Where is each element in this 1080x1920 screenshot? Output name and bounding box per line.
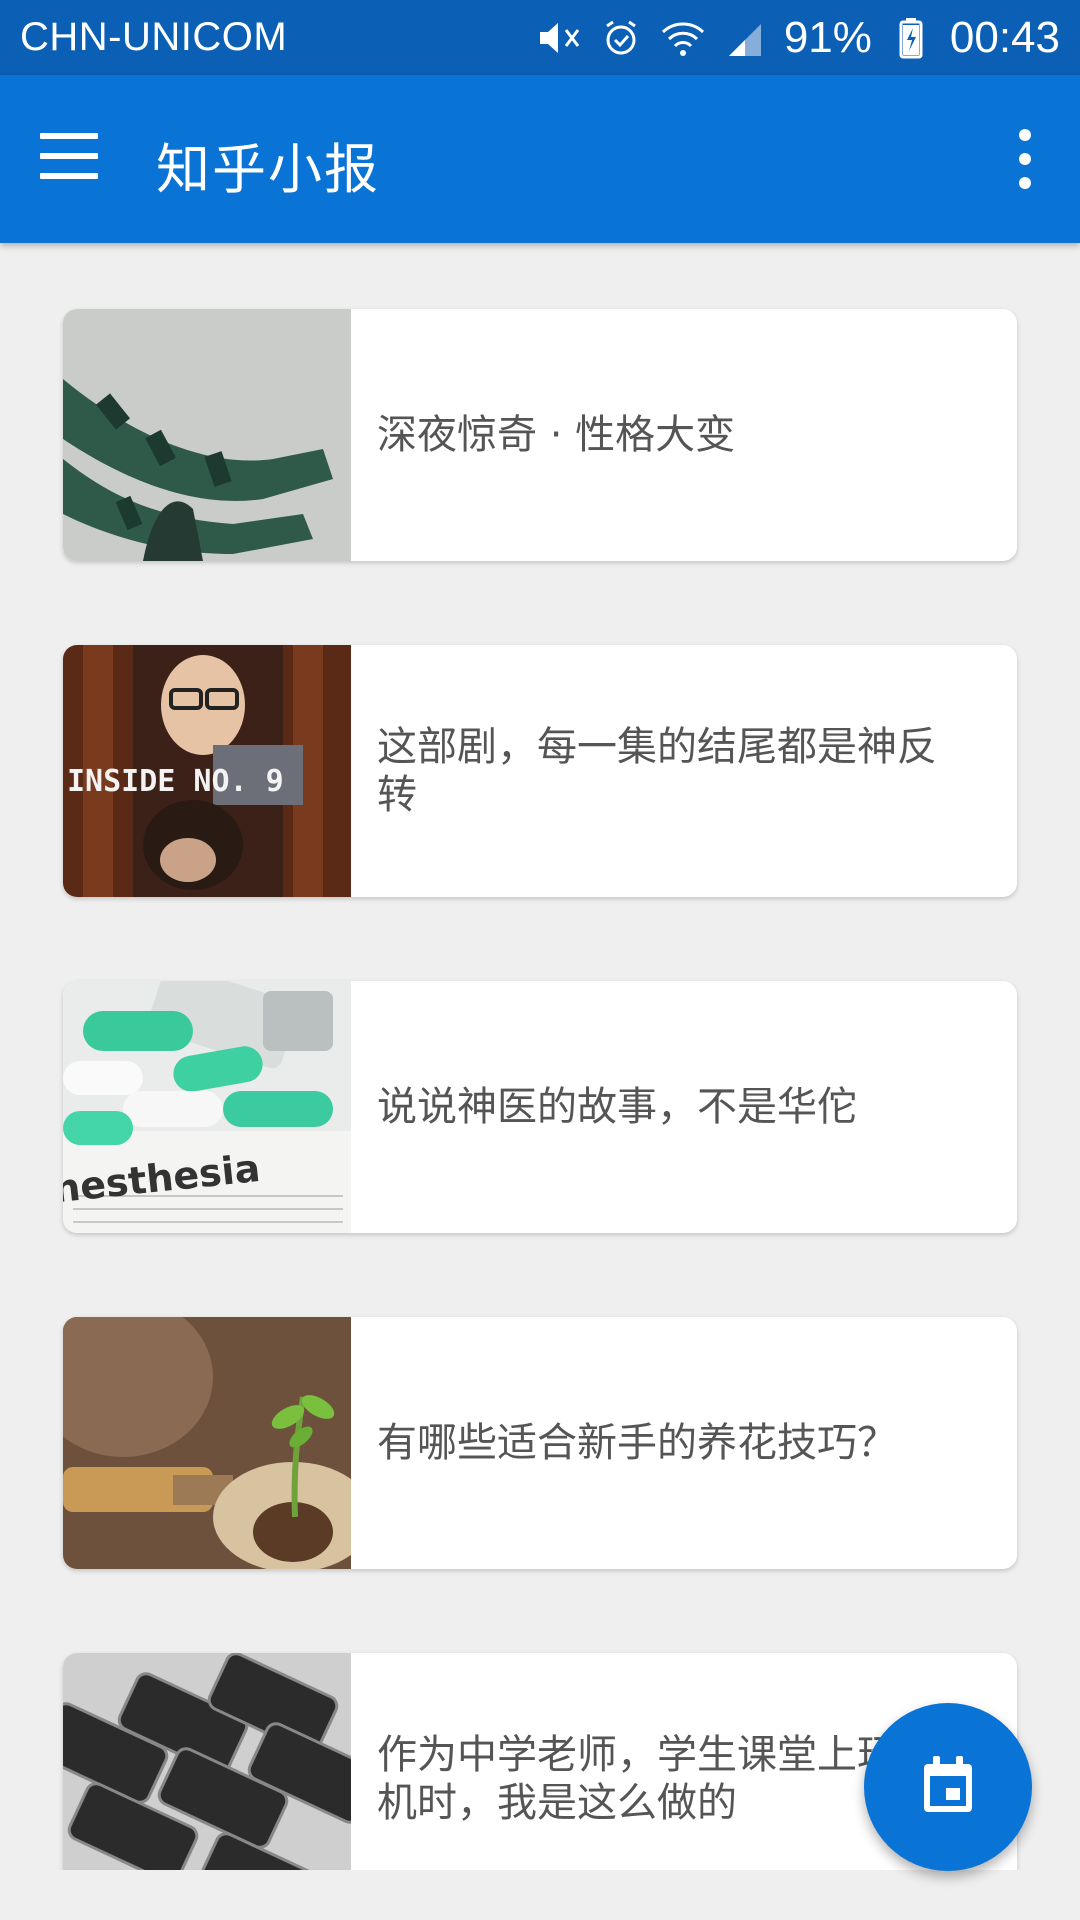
story-card[interactable]: INSIDE NO. 9 这部剧，每一集的结尾都是神反转 <box>63 645 1017 897</box>
story-thumbnail: nesthesia <box>63 981 351 1233</box>
battery-percent: 91% <box>783 12 872 62</box>
signal-icon <box>722 15 768 61</box>
story-list[interactable]: 深夜惊奇 · 性格大变 INSIDE NO. 9 这部剧，每一集的结尾都是神反转 <box>0 243 1080 1870</box>
story-title: 这部剧，每一集的结尾都是神反转 <box>377 724 937 818</box>
story-card[interactable]: 深夜惊奇 · 性格大变 <box>63 309 1017 561</box>
alarm-icon <box>598 15 644 61</box>
app-bar: 知乎小报 <box>0 75 1080 243</box>
story-card[interactable]: nesthesia 说说神医的故事，不是华佗 <box>63 981 1017 1233</box>
story-thumbnail <box>63 1317 351 1569</box>
hamburger-menu-icon[interactable] <box>40 133 100 185</box>
story-title: 有哪些适合新手的养花技巧？ <box>377 1420 897 1466</box>
more-vert-icon[interactable] <box>1010 129 1040 189</box>
poster-text: INSIDE NO. 9 <box>67 764 284 799</box>
battery-charging-icon <box>888 15 934 61</box>
story-title: 深夜惊奇 · 性格大变 <box>377 412 736 458</box>
calendar-fab-button[interactable] <box>864 1703 1032 1871</box>
mute-icon <box>536 15 582 61</box>
story-thumbnail <box>63 309 351 561</box>
status-bar: CHN-UNICOM 91% 00:43 <box>0 0 1080 75</box>
story-thumbnail <box>63 1653 351 1870</box>
story-title: 说说神医的故事，不是华佗 <box>377 1084 857 1130</box>
story-thumbnail: INSIDE NO. 9 <box>63 645 351 897</box>
story-card[interactable]: 有哪些适合新手的养花技巧？ <box>63 1317 1017 1569</box>
app-title: 知乎小报 <box>156 138 380 201</box>
calendar-icon <box>918 1754 978 1820</box>
status-icons: 91% 00:43 <box>536 13 1060 63</box>
wifi-icon <box>660 15 706 61</box>
carrier-name: CHN-UNICOM <box>20 15 288 59</box>
clock: 00:43 <box>949 12 1060 62</box>
